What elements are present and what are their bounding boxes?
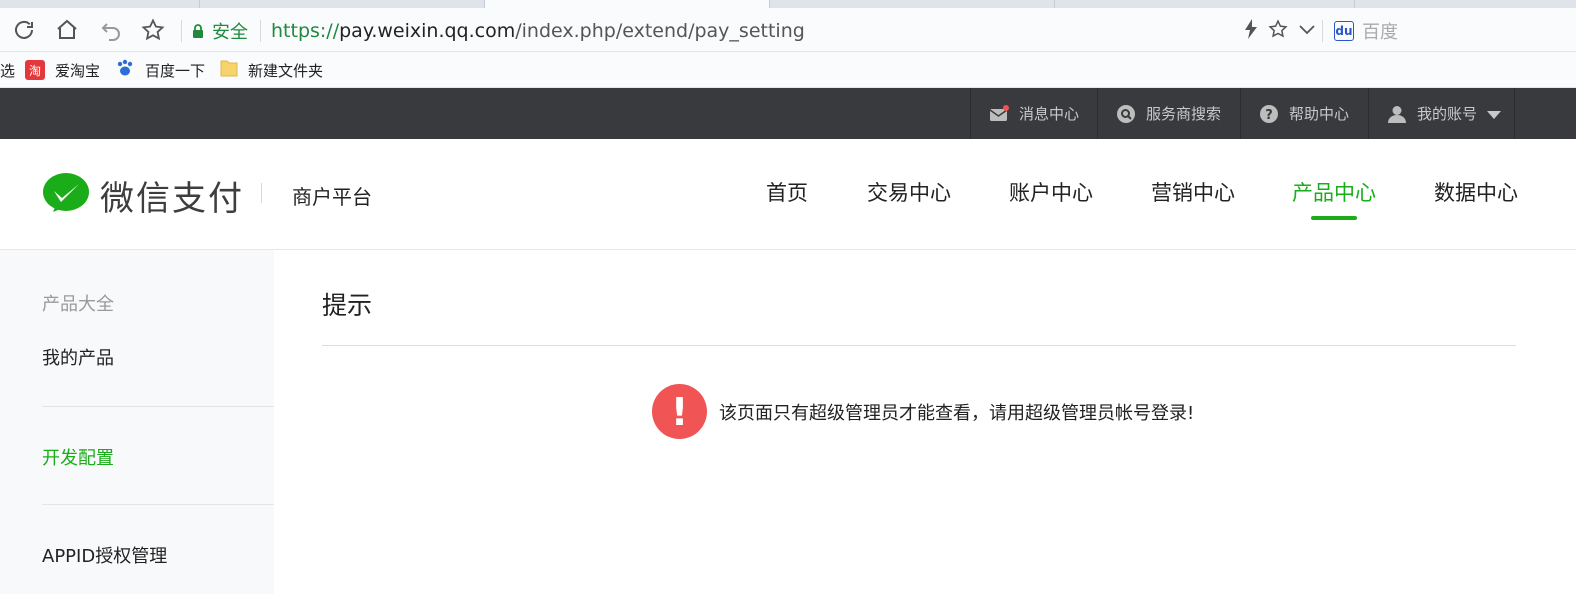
lightning-icon[interactable] xyxy=(1244,19,1258,43)
active-nav-indicator xyxy=(1311,216,1357,220)
separator xyxy=(260,20,261,42)
bookmark-item[interactable]: 新建文件夹 xyxy=(220,58,323,82)
browser-tab-active[interactable] xyxy=(485,0,770,8)
browser-tab[interactable] xyxy=(1055,0,1355,8)
nav-account[interactable]: 账户中心 xyxy=(1009,177,1093,207)
url-host: pay.weixin.qq.com xyxy=(339,20,516,42)
help-center-link[interactable]: ? 帮助中心 xyxy=(1240,88,1368,139)
bookmark-label: 选 xyxy=(0,61,16,80)
platform-name: 商户平台 xyxy=(292,185,372,209)
bookmark-item[interactable]: 淘 爱淘宝 xyxy=(25,58,100,82)
separator xyxy=(1322,20,1323,42)
search-engine-label: 百度 xyxy=(1362,22,1398,43)
browser-tab[interactable] xyxy=(200,0,485,8)
undo-icon[interactable] xyxy=(97,16,125,44)
separator xyxy=(1514,88,1515,139)
search-box[interactable]: du 百度 xyxy=(1334,18,1398,44)
separator xyxy=(261,183,262,203)
site-topbar: 消息中心 服务商搜索 ? 帮助中心 我的账号 xyxy=(0,88,1576,139)
nav-home[interactable]: 首页 xyxy=(766,177,808,207)
topbar-label: 帮助中心 xyxy=(1289,105,1350,123)
tab-strip xyxy=(0,0,1576,8)
wechat-pay-logo[interactable]: 微信支付 xyxy=(42,171,244,220)
nav-marketing[interactable]: 营销中心 xyxy=(1151,177,1235,207)
nav-products[interactable]: 产品中心 xyxy=(1292,177,1376,207)
address-bar[interactable]: https://pay.weixin.qq.com/index.php/exte… xyxy=(271,19,805,43)
reload-icon[interactable] xyxy=(10,16,38,44)
bookmarks-bar: 选 淘 爱淘宝 百度一下 新建文件夹 xyxy=(0,52,1576,88)
message-center-link[interactable]: 消息中心 xyxy=(970,88,1098,139)
baidu-paw-icon xyxy=(115,58,135,82)
nav-data[interactable]: 数据中心 xyxy=(1434,177,1518,207)
secure-indicator[interactable]: 安全 xyxy=(192,19,248,43)
url-scheme: https:// xyxy=(271,20,340,42)
warning-icon: ! xyxy=(652,384,707,439)
separator xyxy=(42,504,274,505)
bookmark-item[interactable]: 选 xyxy=(0,58,15,82)
topbar-label: 服务商搜索 xyxy=(1146,105,1222,123)
address-tools xyxy=(1244,18,1316,44)
lock-icon xyxy=(193,24,203,38)
chevron-down-icon[interactable] xyxy=(1298,20,1316,42)
svg-text:?: ? xyxy=(1265,108,1273,123)
provider-search-link[interactable]: 服务商搜索 xyxy=(1097,88,1240,139)
topbar-label: 消息中心 xyxy=(1019,105,1080,123)
sidebar-item-my-products[interactable]: 我的产品 xyxy=(42,344,114,370)
bookmark-label: 百度一下 xyxy=(145,61,206,80)
alert-message: ! 该页面只有超级管理员才能查看，请用超级管理员帐号登录! xyxy=(652,384,1194,439)
bookmark-label: 爱淘宝 xyxy=(55,61,101,80)
home-icon[interactable] xyxy=(53,16,81,44)
secure-label: 安全 xyxy=(212,22,248,43)
message-icon xyxy=(989,104,1009,124)
my-account-menu[interactable]: 我的账号 xyxy=(1368,88,1515,139)
url-path: /index.php/extend/pay_setting xyxy=(515,20,805,42)
bookmark-item[interactable]: 百度一下 xyxy=(115,58,205,82)
sidebar-heading[interactable]: 产品大全 xyxy=(42,290,114,316)
divider xyxy=(322,345,1516,346)
site-header: 微信支付 商户平台 首页 交易中心 账户中心 营销中心 产品中心 数据中心 xyxy=(0,139,1576,250)
brand-name: 微信支付 xyxy=(100,179,244,219)
taobao-icon: 淘 xyxy=(25,60,45,80)
search-icon xyxy=(1116,104,1136,124)
nav-transactions[interactable]: 交易中心 xyxy=(867,177,951,207)
sidebar-item-appid-auth[interactable]: APPID授权管理 xyxy=(42,542,167,568)
folder-icon xyxy=(220,58,238,82)
wechat-pay-icon xyxy=(42,172,90,220)
page-title: 提示 xyxy=(322,291,373,320)
caret-down-icon xyxy=(1487,105,1502,123)
sidebar-item-dev-config[interactable]: 开发配置 xyxy=(42,444,114,470)
browser-tab[interactable] xyxy=(0,0,200,8)
sidebar: 产品大全 我的产品 开发配置 APPID授权管理 xyxy=(0,250,274,594)
separator xyxy=(181,20,182,42)
star-icon[interactable] xyxy=(139,16,167,44)
bookmark-star-icon[interactable] xyxy=(1268,19,1288,43)
topbar-label: 我的账号 xyxy=(1417,105,1478,123)
separator xyxy=(42,406,274,407)
baidu-icon: du xyxy=(1334,21,1354,41)
browser-tab[interactable] xyxy=(770,0,1055,8)
help-icon: ? xyxy=(1259,104,1279,124)
alert-text: 该页面只有超级管理员才能查看，请用超级管理员帐号登录! xyxy=(719,402,1195,424)
bookmark-label: 新建文件夹 xyxy=(248,61,324,80)
user-icon xyxy=(1387,104,1407,124)
browser-toolbar: 安全 https://pay.weixin.qq.com/index.php/e… xyxy=(0,8,1576,52)
